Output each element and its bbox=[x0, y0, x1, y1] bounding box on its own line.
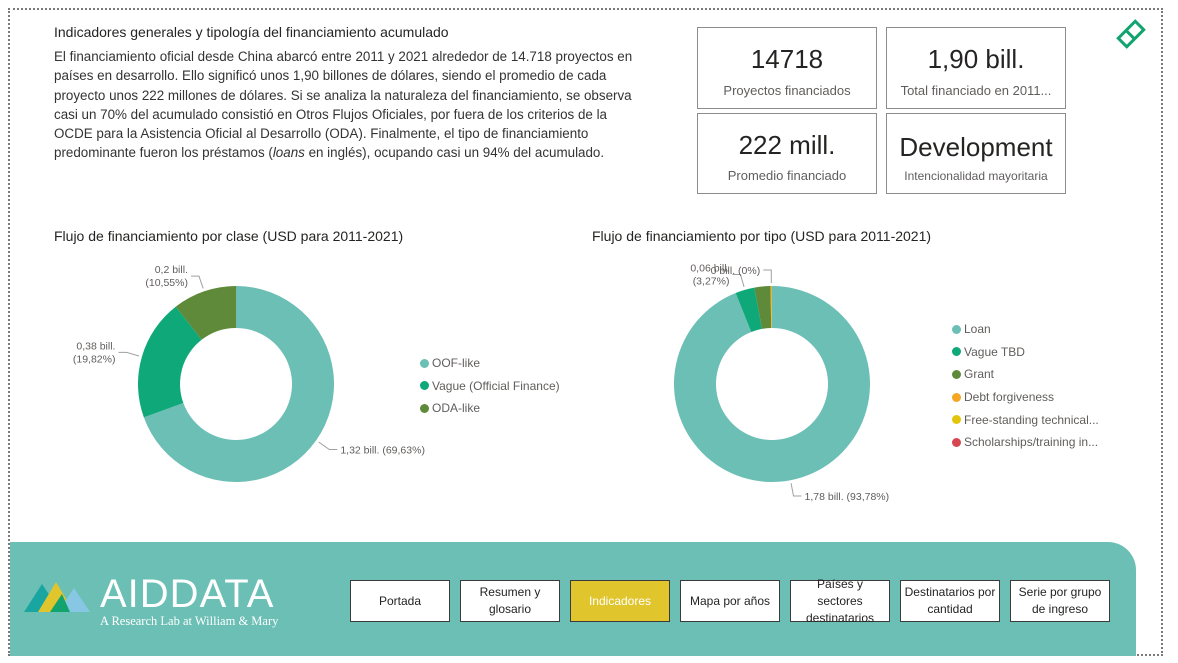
kpi-label: Intencionalidad mayoritaria bbox=[904, 169, 1048, 183]
data-label-leader bbox=[318, 441, 338, 450]
legend-item[interactable]: Scholarships/training in... bbox=[952, 431, 1099, 454]
legend-marker bbox=[420, 403, 429, 413]
diamond-divider bbox=[1124, 29, 1136, 41]
legend-label: Vague (Official Finance) bbox=[432, 378, 560, 393]
kpi-value: 222 mill. bbox=[738, 130, 836, 160]
legend-class: OOF-like Vague (Official Finance) ODA-like bbox=[420, 352, 560, 420]
legend-label: ODA-like bbox=[432, 401, 481, 416]
chart-title-class: Flujo de financiamiento por clase (USD p… bbox=[54, 228, 404, 244]
logo-name: AIDDATA bbox=[100, 572, 275, 616]
kpi-value: Development bbox=[899, 132, 1053, 162]
legend-item[interactable]: Vague TBD bbox=[952, 341, 1099, 364]
kpi-card-total[interactable]: 1,90 bill. Total financiado en 2011... bbox=[886, 27, 1066, 109]
data-label-leader bbox=[118, 351, 140, 357]
nav-button-mapa[interactable]: Mapa por años bbox=[680, 580, 780, 622]
legend-label: Scholarships/training in... bbox=[964, 435, 1099, 450]
data-label-leader bbox=[763, 269, 772, 284]
legend-marker bbox=[952, 437, 961, 447]
legend-marker bbox=[952, 347, 961, 357]
intro-text: El financiamiento oficial desde China ab… bbox=[54, 47, 634, 163]
legend-marker bbox=[952, 415, 961, 425]
nav-button-destinatarios[interactable]: Destinatarios por cantidad bbox=[900, 580, 1000, 622]
legend-type: Loan Vague TBD Grant Debt forgiveness Free-s… bbox=[952, 318, 1099, 454]
nav-button-resumen[interactable]: Resumen y glosario bbox=[460, 580, 560, 622]
legend-marker bbox=[420, 358, 429, 368]
legend-label: Vague TBD bbox=[964, 344, 1025, 359]
data-label: 0,2 bill. (10,55%) bbox=[145, 264, 188, 289]
legend-item[interactable]: ODA-like bbox=[420, 397, 560, 420]
legend-item[interactable]: Debt forgiveness bbox=[952, 386, 1099, 409]
kpi-card-projects[interactable]: 14718 Proyectos financiados bbox=[697, 27, 877, 109]
legend-marker bbox=[952, 369, 961, 379]
legend-item[interactable]: Free-standing technical... bbox=[952, 408, 1099, 431]
kpi-label: Proyectos financiados bbox=[723, 83, 851, 98]
legend-item[interactable]: Vague (Official Finance) bbox=[420, 375, 560, 398]
kpi-label: Promedio financiado bbox=[727, 168, 847, 183]
nav-button-serie[interactable]: Serie por grupo de ingreso bbox=[1010, 580, 1110, 622]
donut-chart-type[interactable]: 1,78 bill. (93,78%)0,06 bill. (3,27%)0 bi… bbox=[560, 250, 940, 520]
data-label: 0,38 bill. (19,82%) bbox=[73, 340, 116, 365]
kpi-value: 1,90 bill. bbox=[927, 44, 1025, 74]
navigation-footer: AIDDATA A Research Lab at William & Mary… bbox=[10, 542, 1136, 656]
legend-label: Loan bbox=[964, 322, 991, 337]
legend-item[interactable]: OOF-like bbox=[420, 352, 560, 375]
kpi-value: 14718 bbox=[750, 44, 824, 74]
data-label-leader bbox=[190, 275, 204, 289]
aiddata-logo: AIDDATA A Research Lab at William & Mary bbox=[24, 572, 324, 632]
legend-marker bbox=[420, 381, 429, 391]
legend-label: Free-standing technical... bbox=[964, 412, 1099, 427]
intro-text-emphasis: loans bbox=[272, 145, 305, 161]
intro-text-end: en inglés), ocupando casi un 94% del acu… bbox=[304, 145, 605, 161]
legend-item[interactable]: Grant bbox=[952, 363, 1099, 386]
nav-button-indicadores[interactable]: Indicadores bbox=[570, 580, 670, 622]
kpi-label: Total financiado en 2011... bbox=[900, 83, 1052, 98]
legend-marker bbox=[952, 324, 961, 334]
data-label: 1,32 bill. (69,63%) bbox=[340, 444, 425, 456]
chart-title-type: Flujo de financiamiento por tipo (USD pa… bbox=[592, 228, 932, 244]
nav-button-portada[interactable]: Portada bbox=[350, 580, 450, 622]
diamond-bookmark-icon[interactable] bbox=[1111, 14, 1151, 54]
legend-marker bbox=[952, 392, 961, 402]
intro-text-start: El financiamiento oficial desde China ab… bbox=[54, 49, 633, 161]
kpi-card-intention[interactable]: Development Intencionalidad mayoritaria bbox=[886, 113, 1066, 194]
logo-tagline: A Research Lab at William & Mary bbox=[100, 614, 279, 628]
data-label: 0 bill. (0%) bbox=[711, 265, 761, 277]
data-label: 1,78 bill. (93,78%) bbox=[805, 491, 890, 503]
legend-item[interactable]: Loan bbox=[952, 318, 1099, 341]
legend-label: Grant bbox=[964, 367, 995, 382]
intro-title: Indicadores generales y tipología del fi… bbox=[54, 24, 449, 40]
nav-button-paises[interactable]: Países y sectores destinatarios bbox=[790, 577, 890, 625]
legend-label: Debt forgiveness bbox=[964, 390, 1055, 405]
aiddata-mountain-icon bbox=[24, 582, 90, 612]
legend-label: OOF-like bbox=[432, 356, 480, 371]
kpi-card-average[interactable]: 222 mill. Promedio financiado bbox=[697, 113, 877, 194]
data-label-leader bbox=[790, 483, 802, 497]
